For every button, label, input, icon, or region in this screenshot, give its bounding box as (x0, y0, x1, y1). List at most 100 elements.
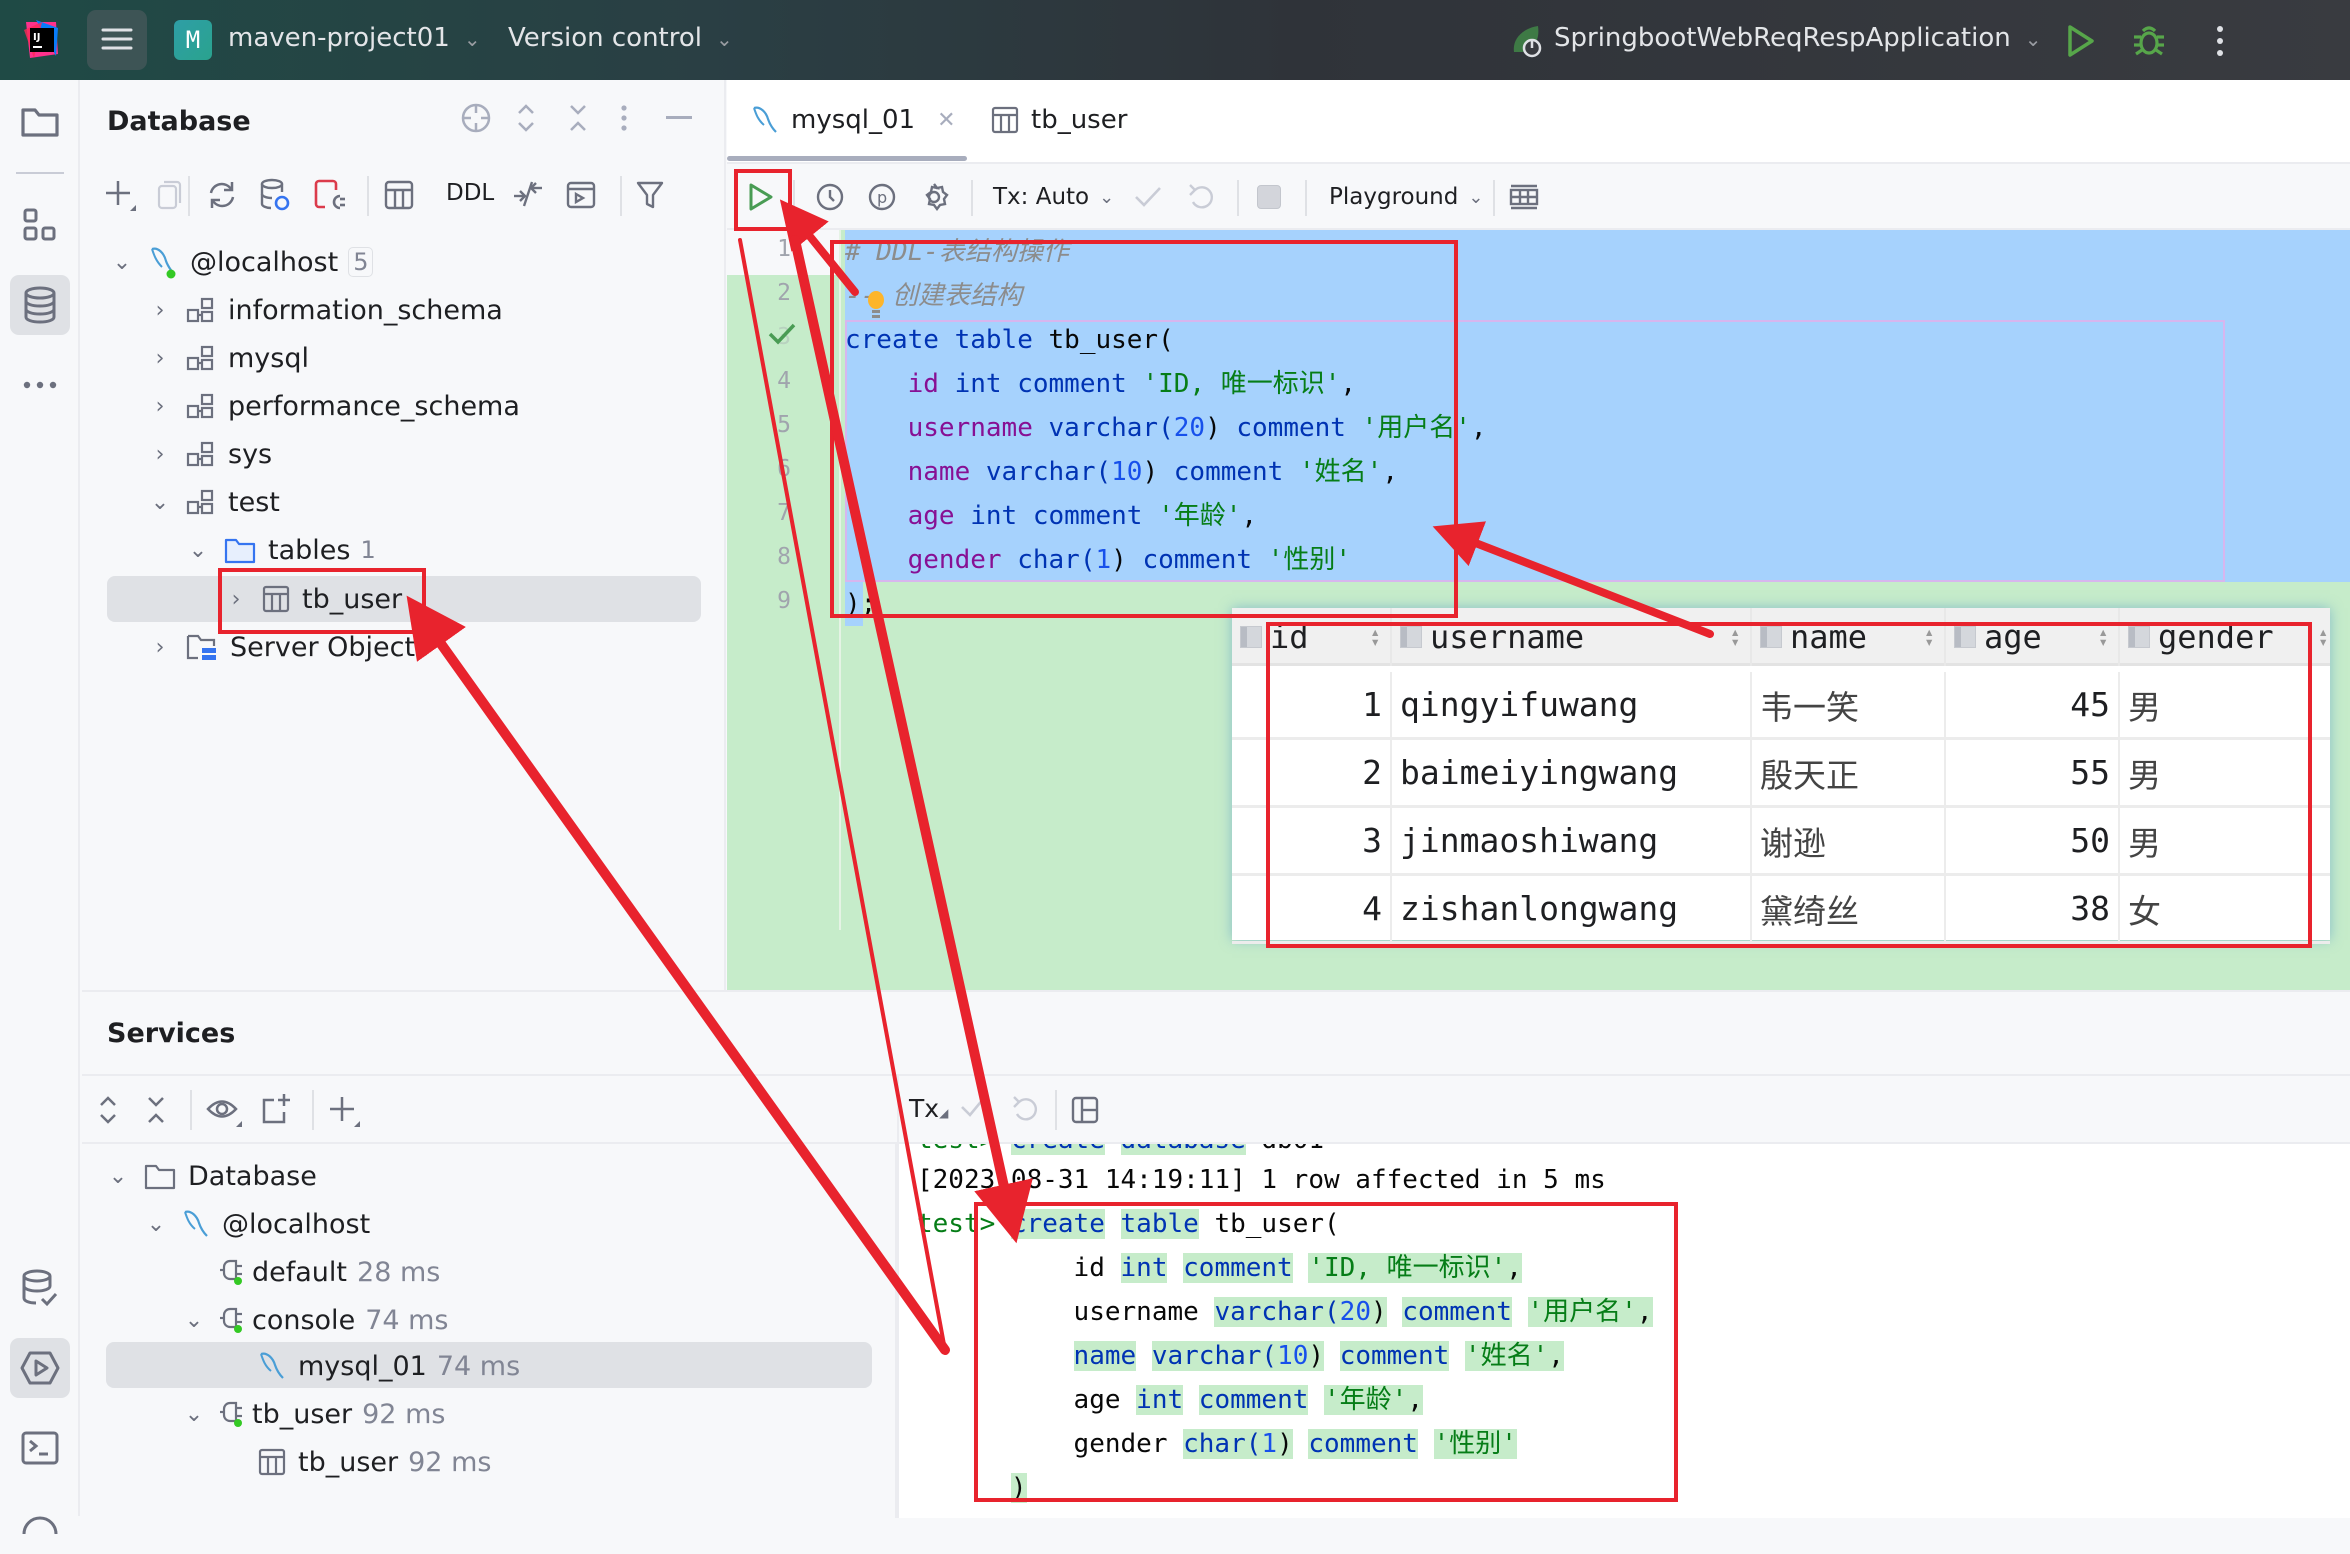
cell-name[interactable]: 黛绮丝 (1752, 876, 1946, 941)
column-header-username[interactable]: username ▴ ▾ (1392, 608, 1752, 666)
cell-username[interactable]: qingyifuwang (1392, 672, 1752, 737)
table-editor-button[interactable] (384, 180, 414, 210)
debug-button[interactable] (2132, 22, 2166, 58)
settings-button[interactable] (919, 164, 949, 230)
cell-gender[interactable]: 男 (2120, 672, 2330, 737)
filter-button[interactable] (636, 180, 664, 210)
tab-tb-user[interactable]: tb_user (991, 80, 1127, 160)
history-button[interactable] (815, 164, 845, 230)
collapse-all-button[interactable] (144, 1094, 168, 1126)
cell-id[interactable]: 3 (1232, 808, 1392, 873)
new-button[interactable] (104, 178, 136, 212)
cell-name[interactable]: 韦一笑 (1752, 672, 1946, 737)
playground-dropdown[interactable]: Playground ⌄ (1329, 164, 1483, 230)
tree-node-tables[interactable]: ⌄ tables 1 (186, 526, 376, 574)
execute-button[interactable] (747, 164, 775, 230)
project-tool-button[interactable] (10, 92, 70, 152)
cell-gender[interactable]: 男 (2120, 740, 2330, 805)
service-node-localhost[interactable]: ⌄ @localhost (144, 1200, 370, 1248)
sort-icon[interactable]: ▴ ▾ (1924, 624, 1934, 650)
locate-button[interactable] (460, 102, 492, 134)
result-row[interactable]: 1 qingyifuwang 韦一笑 45 男 (1232, 672, 2330, 740)
disconnect-button[interactable] (314, 178, 346, 212)
cell-id[interactable]: 2 (1232, 740, 1392, 805)
tab-mysql-01[interactable]: mysql_01 ✕ (751, 80, 956, 160)
expand-all-button[interactable] (96, 1094, 120, 1126)
tx-mode-dropdown[interactable]: Tx: Auto ⌄ (993, 164, 1114, 230)
help-tool-button[interactable] (10, 1494, 70, 1554)
lightbulb-icon[interactable] (865, 290, 887, 320)
view-options-button[interactable] (206, 1094, 242, 1128)
cell-age[interactable]: 38 (1946, 876, 2120, 941)
tree-node-sys[interactable]: › sys (148, 430, 273, 478)
result-row[interactable]: 4 zishanlongwang 黛绮丝 38 女 (1232, 876, 2330, 944)
terminal-tool-button[interactable] (10, 1418, 70, 1478)
data-source-properties-button[interactable] (260, 178, 290, 212)
tree-node-performance-schema[interactable]: › performance_schema (148, 382, 520, 430)
tree-node-tb-user[interactable]: › tb_user (224, 575, 403, 623)
tree-node-information-schema[interactable]: › information_schema (148, 286, 503, 334)
cell-id[interactable]: 4 (1232, 876, 1392, 941)
service-node-tb-user-session[interactable]: ⌄ tb_user 92 ms (182, 1390, 446, 1438)
tree-node-server-objects[interactable]: › Server Objects (148, 623, 430, 671)
options-button[interactable] (618, 102, 630, 134)
cell-age[interactable]: 50 (1946, 808, 2120, 873)
parameters-button[interactable]: p (867, 164, 897, 230)
sort-icon[interactable]: ▴ ▾ (2098, 624, 2108, 650)
sort-icon[interactable]: ▴ ▾ (1730, 624, 1740, 650)
service-node-console[interactable]: ⌄ console 74 ms (182, 1296, 449, 1344)
more-actions-button[interactable] (2210, 24, 2230, 58)
vcs-selector[interactable]: Version control ⌄ (508, 23, 733, 53)
ddl-button[interactable]: DDL (446, 180, 494, 206)
column-header-gender[interactable]: gender ▴ ▾ (2120, 608, 2330, 666)
db-changes-tool-button[interactable] (10, 1258, 70, 1318)
column-header-age[interactable]: age ▴ ▾ (1946, 608, 2120, 666)
code-line-5: username varchar(20) comment '用户名', (845, 406, 1487, 450)
column-header-id[interactable]: id ▴ ▾ (1232, 608, 1392, 666)
cell-age[interactable]: 55 (1946, 740, 2120, 805)
run-button[interactable] (2066, 24, 2096, 58)
main-menu-button[interactable] (87, 10, 147, 70)
console-output[interactable]: Tx◢ test> create database db01 [2023-08-… (897, 1074, 2350, 1518)
refresh-button[interactable] (206, 180, 238, 210)
service-node-mysql-01[interactable]: mysql_01 74 ms (258, 1342, 520, 1390)
hide-panel-button[interactable] (666, 116, 692, 119)
cell-gender[interactable]: 男 (2120, 808, 2330, 873)
tx-dropdown[interactable]: Tx◢ (909, 1094, 948, 1123)
cell-id[interactable]: 1 (1232, 672, 1392, 737)
tree-node-mysql[interactable]: › mysql (148, 334, 309, 382)
database-tool-button[interactable] (10, 275, 70, 335)
service-node-default[interactable]: default 28 ms (220, 1248, 440, 1296)
add-service-button[interactable] (328, 1094, 360, 1128)
close-icon[interactable]: ✕ (937, 108, 955, 133)
console-line-3: username varchar(20) comment '用户名', (917, 1290, 1653, 1334)
sort-icon[interactable]: ▴ ▾ (2318, 624, 2328, 650)
expand-all-button[interactable] (514, 102, 538, 134)
output-table-button[interactable] (1509, 164, 1539, 230)
tree-node-test[interactable]: ⌄ test (148, 478, 280, 526)
layout-button[interactable] (1071, 1096, 1099, 1124)
compare-button[interactable] (512, 178, 544, 210)
cell-name[interactable]: 谢逊 (1752, 808, 1946, 873)
query-console-button[interactable] (566, 180, 596, 210)
service-node-database[interactable]: ⌄ Database (106, 1152, 317, 1200)
cell-age[interactable]: 45 (1946, 672, 2120, 737)
new-service-button[interactable] (260, 1092, 292, 1126)
column-header-name[interactable]: name ▴ ▾ (1752, 608, 1946, 666)
cell-name[interactable]: 殷天正 (1752, 740, 1946, 805)
more-tool-windows-button[interactable] (10, 355, 70, 415)
structure-tool-button[interactable] (10, 195, 70, 255)
project-selector[interactable]: maven-project01 ⌄ (228, 23, 481, 53)
result-row[interactable]: 2 baimeiyingwang 殷天正 55 男 (1232, 740, 2330, 808)
cell-username[interactable]: baimeiyingwang (1392, 740, 1752, 805)
cell-username[interactable]: zishanlongwang (1392, 876, 1752, 941)
cell-username[interactable]: jinmaoshiwang (1392, 808, 1752, 873)
result-row[interactable]: 3 jinmaoshiwang 谢逊 50 男 (1232, 808, 2330, 876)
cell-gender[interactable]: 女 (2120, 876, 2330, 941)
run-config-selector[interactable]: SpringbootWebReqRespApplication ⌄ (1554, 23, 2041, 53)
services-tool-button[interactable] (10, 1338, 70, 1398)
service-node-tb-user-table[interactable]: tb_user 92 ms (258, 1438, 491, 1486)
sort-icon[interactable]: ▴ ▾ (1370, 624, 1380, 650)
tree-node-localhost[interactable]: ⌄ @localhost 5 (110, 238, 374, 286)
collapse-all-button[interactable] (566, 102, 590, 134)
